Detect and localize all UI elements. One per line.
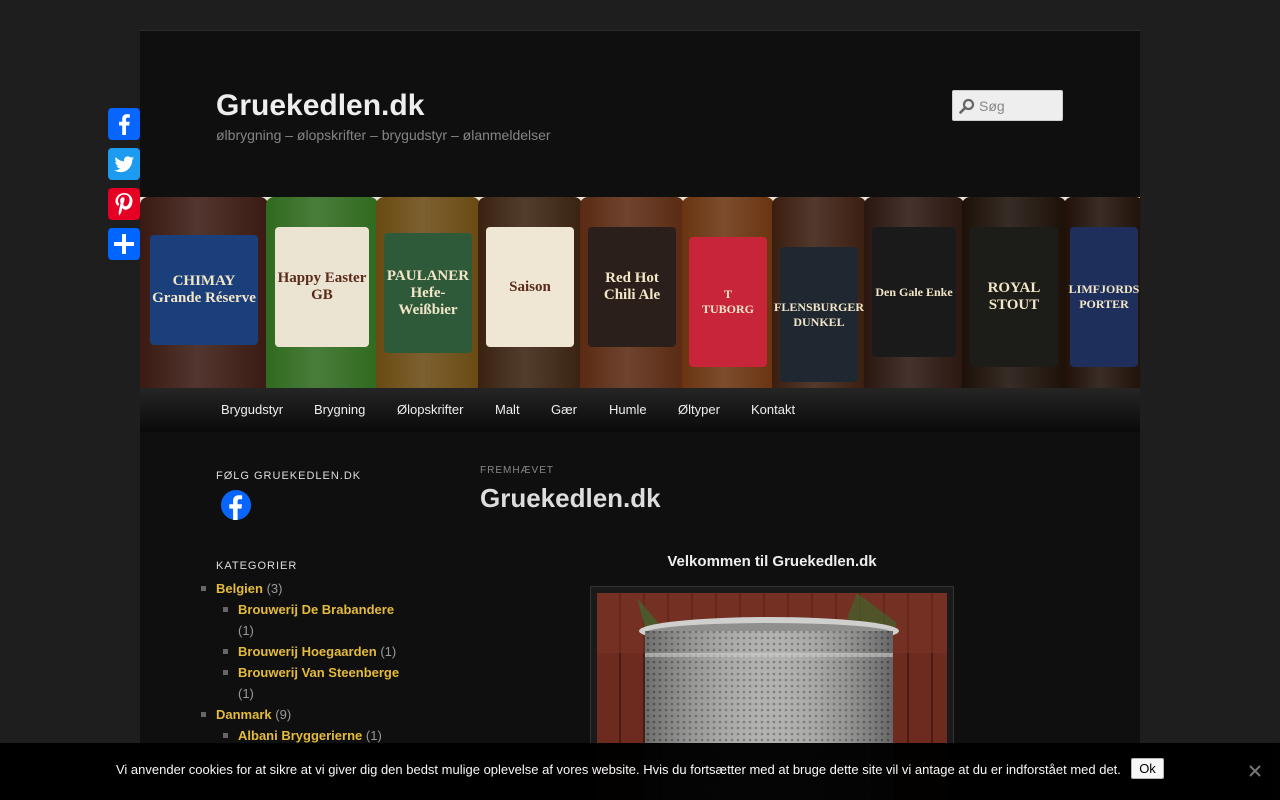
category-link[interactable]: Brouwerij Van Steenberge [238, 665, 399, 680]
category-item-brabandere: Brouwerij De Brabandere (1) [216, 599, 436, 641]
banner-bottle: Happy Easter GB [266, 197, 378, 388]
cookie-notice-text: Vi anvender cookies for at sikre at vi g… [116, 762, 1121, 777]
nav-item-brygudstyr[interactable]: Brygudstyr [221, 388, 283, 432]
category-link[interactable]: Brouwerij De Brabandere [238, 602, 394, 617]
search-form[interactable] [952, 90, 1063, 121]
plus-icon [114, 234, 134, 254]
search-icon [959, 98, 975, 114]
category-link[interactable]: Belgien [216, 581, 263, 596]
pinterest-icon [115, 193, 133, 216]
nav-item-brygning[interactable]: Brygning [314, 388, 365, 432]
banner-bottle: ROYAL STOUT [962, 197, 1066, 388]
category-item-belgien: Belgien (3) [201, 578, 436, 599]
bottle-label: Happy Easter GB [274, 227, 370, 347]
category-count: (1) [380, 644, 397, 659]
categories-widget-title: KATEGORIER [216, 560, 298, 572]
category-item-van-steenberge: Brouwerij Van Steenberge (1) [216, 662, 436, 704]
bottle-label: Den Gale Enke [872, 227, 956, 357]
banner-bottle: LIMFJORDS PORTER [1064, 197, 1140, 388]
facebook-icon [119, 114, 130, 135]
category-item-hoegaarden: Brouwerij Hoegaarden (1) [216, 641, 436, 662]
banner-bottle: Red Hot Chili Ale [580, 197, 684, 388]
categories-list: Belgien (3) Brouwerij De Brabandere (1) … [201, 578, 436, 746]
page-container: Gruekedlen.dk ølbrygning – ølopskrifter … [140, 30, 1140, 800]
category-link[interactable]: Brouwerij Hoegaarden [238, 644, 377, 659]
category-link[interactable]: Albani Bryggerierne [238, 728, 362, 743]
banner-bottle: PAULANER Hefe-Weißbier [376, 197, 480, 388]
share-twitter-button[interactable] [108, 148, 140, 180]
banner-bottle: T TUBORG [682, 197, 774, 388]
bottle-label: FLENSBURGER DUNKEL [774, 247, 864, 382]
nav-item-malt[interactable]: Malt [495, 388, 520, 432]
nav-item-humle[interactable]: Humle [609, 388, 647, 432]
welcome-heading: Velkommen til Gruekedlen.dk [667, 553, 877, 570]
entry-title[interactable]: Gruekedlen.dk [480, 483, 661, 514]
banner-bottle: Den Gale Enke [864, 197, 964, 388]
header-banner-image[interactable]: CHIMAY Grande Réserve Happy Easter GB PAUL… [140, 197, 1140, 388]
search-input[interactable] [979, 95, 1059, 117]
site-description: ølbrygning – ølopskrifter – brygudstyr –… [216, 127, 551, 143]
category-count: (1) [238, 686, 254, 701]
bottle-label: PAULANER Hefe-Weißbier [384, 233, 472, 353]
nav-item-gaer[interactable]: Gær [551, 388, 577, 432]
share-pinterest-button[interactable] [108, 188, 140, 220]
bottle-label: Red Hot Chili Ale [588, 227, 676, 347]
main-navigation: Brygudstyr Brygning Ølopskrifter Malt Gæ… [140, 388, 1140, 432]
bottle-label: Saison [486, 227, 574, 347]
bottle-label: ROYAL STOUT [970, 227, 1058, 367]
category-count: (3) [266, 581, 283, 596]
facebook-follow-icon[interactable] [220, 489, 252, 521]
banner-bottle: CHIMAY Grande Réserve [140, 197, 268, 388]
category-link[interactable]: Danmark [216, 707, 272, 722]
share-more-button[interactable] [108, 228, 140, 260]
bottle-label: CHIMAY Grande Réserve [150, 235, 258, 345]
twitter-icon [114, 156, 134, 173]
follow-widget-title: FØLG GRUEKEDLEN.DK [216, 470, 362, 482]
cookie-notice: Vi anvender cookies for at sikre at vi g… [0, 743, 1280, 800]
cookie-accept-button[interactable]: Ok [1131, 758, 1164, 779]
close-icon[interactable] [1248, 764, 1262, 778]
banner-bottle: FLENSBURGER DUNKEL [772, 197, 866, 388]
category-count: (9) [275, 707, 292, 722]
bottle-label: LIMFJORDS PORTER [1069, 227, 1139, 367]
category-count: (1) [365, 728, 382, 743]
banner-bottle: Saison [478, 197, 582, 388]
nav-item-kontakt[interactable]: Kontakt [751, 388, 795, 432]
featured-label: FREMHÆVET [480, 465, 554, 476]
category-item-danmark: Danmark (9) [201, 704, 436, 725]
nav-item-oltyper[interactable]: Øltyper [678, 388, 720, 432]
category-count: (1) [238, 623, 254, 638]
site-title[interactable]: Gruekedlen.dk [216, 89, 424, 123]
share-facebook-button[interactable] [108, 108, 140, 140]
bottle-label: T TUBORG [689, 237, 767, 367]
nav-item-olopskrifter[interactable]: Ølopskrifter [397, 388, 463, 432]
